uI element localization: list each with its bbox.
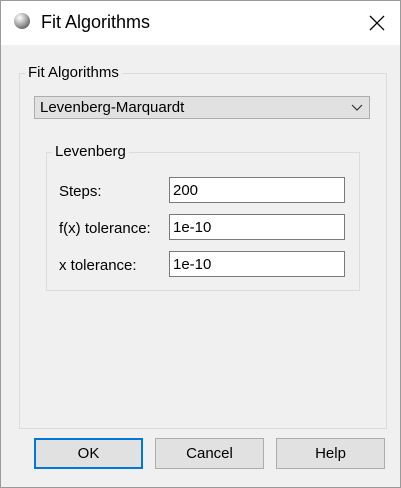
fit-algorithms-group: Fit Algorithms Levenberg-Marquardt Leven… bbox=[19, 64, 387, 429]
steps-label: Steps: bbox=[59, 183, 102, 200]
x-tolerance-input[interactable] bbox=[169, 251, 345, 277]
title-bar: Fit Algorithms bbox=[1, 1, 400, 45]
fx-tolerance-input[interactable] bbox=[169, 214, 345, 240]
window-title: Fit Algorithms bbox=[41, 12, 151, 32]
close-icon bbox=[369, 15, 385, 31]
steps-input[interactable] bbox=[169, 177, 345, 203]
levenberg-group: Levenberg Steps: f(x) tolerance: x toler… bbox=[46, 143, 360, 291]
close-button[interactable] bbox=[354, 1, 400, 45]
cancel-button[interactable]: Cancel bbox=[155, 438, 264, 469]
levenberg-group-legend: Levenberg bbox=[52, 143, 129, 160]
help-button[interactable]: Help bbox=[276, 438, 385, 469]
fit-algorithms-dialog: Fit Algorithms Fit Algorithms Levenberg-… bbox=[0, 0, 401, 488]
app-globe-icon bbox=[14, 13, 30, 29]
fit-algorithms-group-legend: Fit Algorithms bbox=[25, 64, 122, 81]
chevron-down-icon bbox=[351, 104, 363, 111]
x-tolerance-label: x tolerance: bbox=[59, 257, 137, 274]
fx-tolerance-label: f(x) tolerance: bbox=[59, 220, 151, 237]
algorithm-select[interactable]: Levenberg-Marquardt bbox=[34, 96, 370, 119]
algorithm-select-value: Levenberg-Marquardt bbox=[40, 99, 185, 116]
ok-button[interactable]: OK bbox=[34, 438, 143, 469]
